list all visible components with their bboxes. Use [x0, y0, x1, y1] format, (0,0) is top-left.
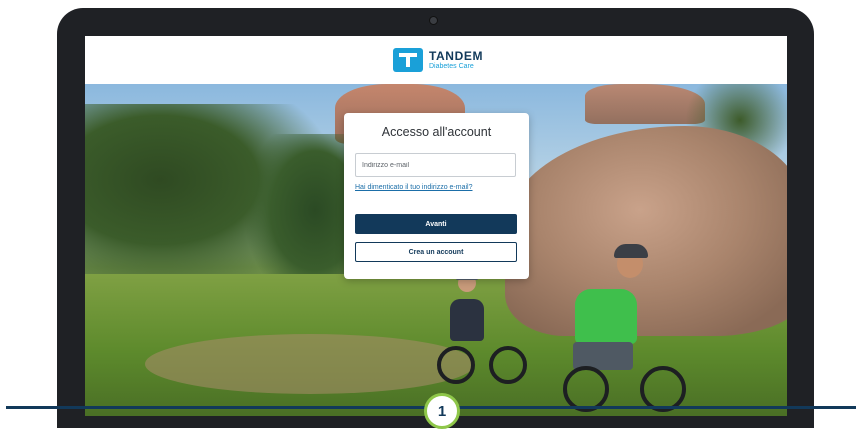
laptop-screen: TANDEM Diabetes Care Accesso all'account… [85, 36, 787, 416]
brand-name: TANDEM [429, 49, 484, 63]
bike-wheel-icon [437, 346, 475, 384]
cyclist-adult-helmet [614, 244, 648, 258]
login-card: Accesso all'account Hai dimenticato il t… [344, 113, 529, 279]
email-input[interactable] [355, 153, 516, 177]
login-title: Accesso all'account [381, 125, 492, 139]
brand-subtitle: Diabetes Care [429, 63, 474, 70]
camera-icon [429, 16, 438, 25]
tandem-logo-icon [393, 48, 423, 72]
photo-trail [145, 334, 475, 394]
cyclist-adult-body [575, 289, 637, 344]
brand-logo[interactable]: TANDEM Diabetes Care [393, 46, 483, 74]
create-account-button[interactable]: Crea un account [355, 242, 517, 262]
cyclist-child-body [450, 299, 484, 341]
step-number-badge: 1 [424, 393, 460, 429]
site-header: TANDEM Diabetes Care [85, 36, 787, 84]
bike-wheel-icon [489, 346, 527, 384]
forgot-email-link[interactable]: Hai dimenticato il tuo indirizzo e-mail? [355, 184, 473, 191]
next-button[interactable]: Avanti [355, 214, 517, 234]
laptop-frame: TANDEM Diabetes Care Accesso all'account… [57, 8, 814, 428]
brand-text: TANDEM Diabetes Care [429, 50, 483, 70]
